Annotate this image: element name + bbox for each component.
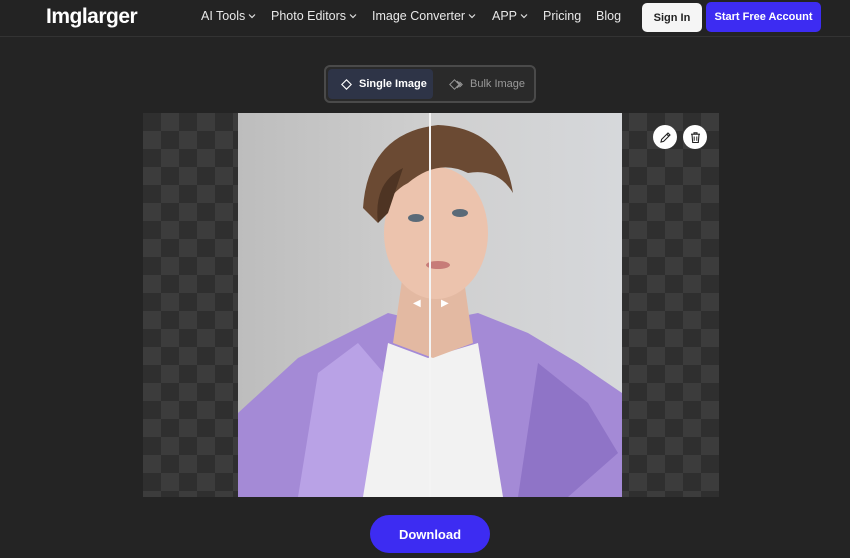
chevron-down-icon bbox=[468, 14, 476, 19]
stacked-diamonds-icon bbox=[449, 78, 463, 90]
nav-pricing-label: Pricing bbox=[543, 9, 582, 23]
nav-photo-editors-label: Photo Editors bbox=[271, 9, 347, 23]
sign-in-button[interactable]: Sign In bbox=[642, 3, 702, 32]
edit-button[interactable] bbox=[653, 125, 677, 149]
start-free-account-button[interactable]: Start Free Account bbox=[706, 2, 821, 32]
slider-left-arrow-icon: ◀ bbox=[413, 298, 421, 309]
nav-image-converter-label: Image Converter bbox=[372, 9, 466, 23]
diamond-icon bbox=[341, 78, 352, 90]
delete-button[interactable] bbox=[683, 125, 707, 149]
tab-single-image-label: Single Image bbox=[359, 78, 427, 90]
nav-app-label: APP bbox=[492, 9, 518, 23]
tab-bulk-image[interactable]: Bulk Image bbox=[436, 69, 532, 99]
nav-ai-tools-label: AI Tools bbox=[201, 9, 246, 23]
nav-blog-label: Blog bbox=[596, 9, 622, 23]
nav-ai-tools[interactable]: AI Tools bbox=[201, 9, 257, 23]
tab-bulk-image-label: Bulk Image bbox=[470, 78, 526, 90]
pencil-icon bbox=[659, 131, 671, 143]
chevron-down-icon bbox=[248, 14, 256, 19]
chevron-down-icon bbox=[520, 14, 528, 19]
nav-photo-editors[interactable]: Photo Editors bbox=[271, 9, 358, 23]
chevron-down-icon bbox=[349, 14, 357, 19]
nav-app[interactable]: APP bbox=[492, 9, 529, 23]
tab-single-image[interactable]: Single Image bbox=[328, 69, 433, 99]
nav-blog[interactable]: Blog bbox=[596, 9, 621, 23]
nav-pricing[interactable]: Pricing bbox=[543, 9, 581, 23]
site-logo[interactable]: Imglarger bbox=[46, 5, 138, 29]
download-button[interactable]: Download bbox=[370, 515, 490, 553]
nav-image-converter[interactable]: Image Converter bbox=[372, 9, 477, 23]
top-navbar: Imglarger AI Tools Photo Editors Image C… bbox=[0, 0, 850, 37]
comparison-slider-handle[interactable] bbox=[429, 113, 431, 497]
mode-toggle: Single Image Bulk Image bbox=[324, 65, 536, 103]
slider-right-arrow-icon: ▶ bbox=[441, 298, 449, 309]
trash-icon bbox=[690, 131, 700, 143]
